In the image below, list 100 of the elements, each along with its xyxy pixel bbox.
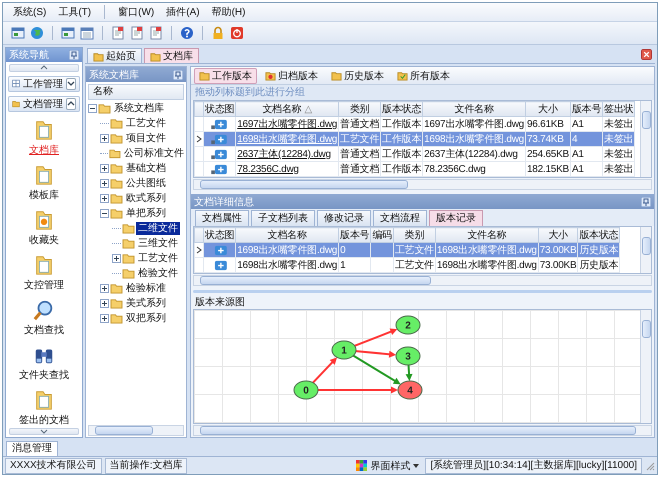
column-header[interactable]: 名称: [88, 84, 184, 100]
column-header[interactable]: 类别: [338, 102, 381, 116]
table-row[interactable]: 78.2356C.dwg 普通文档 工作版本 78.2356C.dwg 182.15KB A1 未签出: [194, 162, 635, 176]
nav-item[interactable]: 文件夹查找: [16, 342, 72, 382]
table-cell: 2637主体(12284).dwg: [422, 146, 526, 162]
vertical-scrollbar[interactable]: [640, 227, 651, 273]
table-cell: 1: [338, 258, 371, 272]
expander-icon[interactable]: [100, 314, 109, 323]
globe-icon[interactable]: [30, 26, 44, 40]
help-icon[interactable]: [180, 26, 194, 40]
column-header[interactable]: 文档名称 △: [236, 102, 339, 116]
nav-item[interactable]: 模板库: [26, 162, 62, 202]
table-cell: 工艺文件: [393, 242, 436, 258]
column-header[interactable]: 编码: [370, 228, 394, 242]
vertical-scrollbar[interactable]: [640, 310, 651, 423]
tree-item[interactable]: 二维文件: [136, 222, 180, 235]
nav-item[interactable]: 文档库: [26, 118, 62, 158]
window-icon[interactable]: [11, 26, 25, 40]
table-cell: 1698出水嘴零件图.dwg: [236, 258, 339, 272]
tree-item[interactable]: 单把系列: [124, 207, 168, 220]
resize-grip-icon[interactable]: [645, 460, 655, 470]
document-icon[interactable]: [111, 26, 125, 40]
pin-icon[interactable]: [69, 50, 79, 60]
table-row[interactable]: 1698出水嘴零件图.dwg 1 工艺文件 1698出水嘴零件图.dwg 73.00KB 历史版本: [194, 258, 620, 272]
version-button[interactable]: 归档版本: [260, 68, 323, 84]
document-tab[interactable]: 起始页: [87, 48, 142, 63]
horizontal-scrollbar[interactable]: [88, 425, 184, 436]
horizontal-scrollbar[interactable]: [193, 179, 652, 190]
nav-item[interactable]: 收藏夹: [26, 208, 62, 248]
tree-item[interactable]: 工艺文件: [124, 117, 168, 130]
tree-item[interactable]: 检验文件: [136, 267, 180, 280]
column-header[interactable]: 版本状态: [578, 228, 620, 242]
pin-icon[interactable]: [641, 196, 651, 206]
detail-tab[interactable]: 版本记录: [429, 210, 483, 226]
column-header[interactable]: 版本状态: [380, 102, 423, 116]
close-icon[interactable]: [641, 49, 652, 60]
window-icon[interactable]: [61, 26, 75, 40]
expander-icon[interactable]: [100, 179, 109, 188]
horizontal-scrollbar[interactable]: [193, 425, 652, 436]
tree-item[interactable]: 检验标准: [124, 282, 168, 295]
column-header[interactable]: 类别: [393, 228, 436, 242]
column-header[interactable]: 签出状: [602, 102, 635, 116]
pin-icon[interactable]: [173, 70, 183, 80]
tree-item[interactable]: 欧式系列: [124, 192, 168, 205]
vertical-scrollbar[interactable]: [640, 101, 651, 177]
expander-icon[interactable]: [100, 164, 109, 173]
document-icon[interactable]: [149, 26, 163, 40]
detail-tab[interactable]: 修改记录: [317, 210, 371, 226]
nav-section[interactable]: 文档管理: [8, 96, 80, 112]
calendar-icon[interactable]: [80, 26, 94, 40]
version-button[interactable]: 工作版本: [194, 68, 257, 84]
document-tab[interactable]: 文档库: [144, 48, 199, 63]
tree-item[interactable]: 双把系列: [124, 312, 168, 325]
column-header[interactable]: 文件名称: [435, 228, 538, 242]
tree-item[interactable]: 系统文档库: [112, 102, 166, 115]
column-header[interactable]: 状态图: [204, 102, 236, 116]
style-dropdown[interactable]: 界面样式: [353, 458, 422, 472]
column-header[interactable]: 大小: [538, 228, 578, 242]
nav-item[interactable]: 文档查找: [21, 298, 67, 338]
document-icon[interactable]: [130, 26, 144, 40]
power-icon[interactable]: [230, 26, 244, 40]
menu-item[interactable]: 窗口(W): [116, 4, 156, 20]
expander-icon[interactable]: [100, 194, 109, 203]
tree-item[interactable]: 基础文档: [124, 162, 168, 175]
expander-icon[interactable]: [100, 284, 109, 293]
detail-tab[interactable]: 文档流程: [373, 210, 427, 226]
lock-icon[interactable]: [211, 26, 225, 40]
version-button[interactable]: 历史版本: [326, 68, 389, 84]
tree-item[interactable]: 项目文件: [124, 132, 168, 145]
folder-icon: [122, 268, 135, 279]
detail-tab[interactable]: 子文档列表: [251, 210, 315, 226]
expander-icon[interactable]: [100, 209, 109, 218]
nav-item[interactable]: 文控管理: [21, 252, 67, 292]
column-header[interactable]: 文档名称: [236, 228, 339, 242]
bottom-tab[interactable]: 消息管理: [6, 441, 58, 456]
menu-item[interactable]: 插件(A): [164, 4, 202, 20]
column-header[interactable]: 版本号: [338, 228, 371, 242]
tree-item[interactable]: 工艺文件: [136, 252, 180, 265]
menu-item[interactable]: 工具(T): [56, 4, 94, 20]
nav-section[interactable]: 工作管理: [8, 76, 80, 92]
tree-item[interactable]: 美式系列: [124, 297, 168, 310]
horizontal-scrollbar[interactable]: [193, 275, 652, 286]
nav-item[interactable]: 签出的文档: [16, 388, 72, 428]
expander-icon[interactable]: [112, 254, 121, 263]
expander-icon[interactable]: [100, 134, 109, 143]
expander-icon[interactable]: [100, 299, 109, 308]
menu-item[interactable]: 系统(S): [11, 4, 48, 20]
column-header[interactable]: 文件名称: [422, 102, 526, 116]
tree-item[interactable]: 三维文件: [136, 237, 180, 250]
column-header[interactable]: 状态图: [204, 228, 236, 242]
menu-item[interactable]: 帮助(H): [210, 4, 248, 20]
expander-icon[interactable]: [88, 104, 97, 113]
chevron-icon: [67, 101, 75, 106]
column-header[interactable]: 版本号: [570, 102, 603, 116]
version-button[interactable]: 所有版本: [392, 68, 455, 84]
detail-tab[interactable]: 文档属性: [195, 210, 249, 226]
table-row[interactable]: 2637主体(12284).dwg 普通文档 工作版本 2637主体(12284).dwg 254.65KB A1 未签出: [194, 146, 635, 162]
tree-item[interactable]: 公共图纸: [124, 177, 168, 190]
tree-item[interactable]: 公司标准文件: [122, 147, 186, 160]
column-header[interactable]: 大小: [526, 102, 570, 116]
